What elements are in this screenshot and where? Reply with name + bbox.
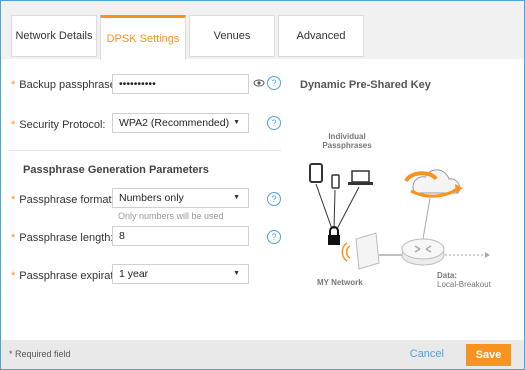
help-icon[interactable]: ? [267, 116, 281, 130]
tab-venues[interactable]: Venues [189, 15, 275, 57]
label-text: Security Protocol: [19, 119, 106, 131]
input-value: 8 [119, 230, 125, 242]
phone-icon [331, 174, 340, 189]
passphrase-expiration-select[interactable]: 1 year ▼ [112, 264, 249, 284]
help-icon[interactable]: ? [267, 76, 281, 90]
passphrases-text: Passphrases [322, 141, 372, 150]
my-network-label: MY Network [317, 278, 363, 287]
required-marker: * [11, 119, 16, 131]
tab-bar: Network Details DPSK Settings Venues Adv… [1, 1, 524, 60]
required-marker: * [11, 194, 16, 206]
laptop-icon [351, 170, 370, 183]
tab-label: Venues [213, 30, 251, 42]
select-value: WPA2 (Recommended) [119, 117, 230, 129]
help-glyph: ? [271, 232, 277, 242]
dialog: Network Details DPSK Settings Venues Adv… [0, 0, 525, 370]
eye-icon[interactable] [253, 76, 265, 88]
chevron-down-icon: ▼ [233, 194, 240, 201]
passphrase-format-select[interactable]: Numbers only ▼ [112, 188, 249, 208]
tab-label: Network Details [15, 30, 93, 42]
backup-passphrase-label: * Backup passphrase: [11, 79, 119, 91]
section-title: Passphrase Generation Parameters [23, 164, 209, 176]
tab-label: DPSK Settings [106, 32, 180, 45]
passphrase-length-input[interactable]: 8 [112, 226, 249, 246]
data-label: Data: Local-Breakout [437, 271, 491, 289]
local-breakout-text: Local-Breakout [437, 280, 491, 289]
label-text: Passphrase format: [19, 194, 115, 206]
cancel-button[interactable]: Cancel [410, 348, 444, 360]
label-text: Backup passphrase: [19, 79, 119, 91]
required-note: * Required field [9, 349, 71, 359]
help-glyph: ? [271, 194, 277, 204]
passphrase-format-label: * Passphrase format: [11, 194, 115, 206]
diagram-title: Dynamic Pre-Shared Key [300, 79, 431, 91]
access-point-icon [355, 232, 380, 270]
save-button[interactable]: Save [466, 344, 511, 366]
individual-text: Individual [328, 132, 366, 141]
tab-network-details[interactable]: Network Details [11, 15, 97, 57]
required-marker: * [11, 79, 16, 91]
help-icon[interactable]: ? [267, 192, 281, 206]
required-marker: * [11, 232, 16, 244]
help-glyph: ? [271, 78, 277, 88]
label-text: Passphrase length: [19, 232, 114, 244]
select-value: Numbers only [119, 192, 184, 204]
format-hint: Only numbers will be used [118, 211, 224, 221]
security-protocol-label: * Security Protocol: [11, 119, 105, 131]
tab-advanced[interactable]: Advanced [278, 15, 364, 57]
input-value: •••••••••• [119, 78, 156, 90]
passphrase-length-label: * Passphrase length: [11, 232, 113, 244]
footer-bar: * Required field Cancel Save [1, 340, 524, 369]
data-text: Data: [437, 271, 458, 280]
select-value: 1 year [119, 268, 149, 280]
tab-dpsk-settings[interactable]: DPSK Settings [100, 15, 186, 60]
chevron-down-icon: ▼ [233, 119, 240, 126]
backup-passphrase-input[interactable]: •••••••••• [112, 74, 249, 94]
diagram-individual-label: Individual Passphrases [317, 132, 377, 150]
tab-label: Advanced [296, 30, 346, 42]
chevron-down-icon: ▼ [233, 270, 240, 277]
help-icon[interactable]: ? [267, 230, 281, 244]
help-glyph: ? [271, 118, 277, 128]
tablet-icon [309, 163, 323, 183]
lock-icon [328, 235, 340, 245]
required-marker: * [11, 270, 16, 282]
security-protocol-select[interactable]: WPA2 (Recommended) ▼ [112, 113, 249, 133]
divider [9, 150, 281, 151]
